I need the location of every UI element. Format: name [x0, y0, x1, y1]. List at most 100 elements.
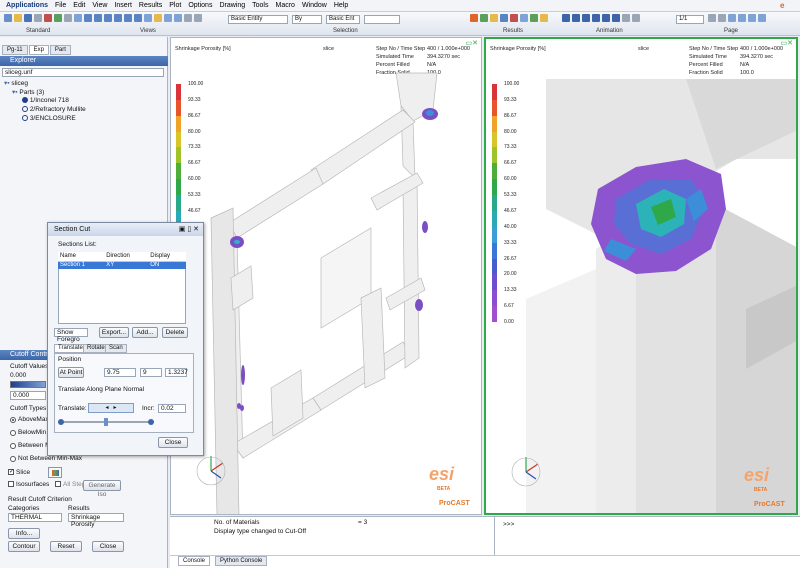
slider-min-icon[interactable]	[58, 419, 64, 425]
isosurfaces-checkbox[interactable]: Isosurfaces	[8, 481, 49, 488]
result-cut-icon[interactable]	[490, 14, 498, 22]
page-combo[interactable]: 1/1	[676, 15, 704, 24]
file-combo[interactable]: sliceg.unf	[2, 68, 164, 77]
delete-button[interactable]: Delete	[162, 327, 188, 338]
layout-quad-icon[interactable]	[758, 14, 766, 22]
next-frame-icon[interactable]	[602, 14, 610, 22]
radio-above-max[interactable]: AboveMax	[10, 416, 49, 423]
view-iso-icon[interactable]	[144, 14, 152, 22]
tree-part-3[interactable]: 3/ENCLOSURE	[22, 115, 76, 122]
view-front-icon[interactable]	[84, 14, 92, 22]
slider-thumb[interactable]	[104, 418, 108, 426]
open-icon[interactable]	[14, 14, 22, 22]
menu-options[interactable]: Options	[188, 2, 212, 9]
viewport-left[interactable]: Shrinkage Porosity [%] slice Step No / T…	[170, 37, 482, 515]
result-xy-icon[interactable]	[520, 14, 528, 22]
menu-plot[interactable]: Plot	[169, 2, 181, 9]
entity-combo-2[interactable]: Basic Ent	[326, 15, 360, 24]
translate-stepper[interactable]: ◂ ▸	[88, 403, 134, 413]
python-prompt[interactable]: >>>	[503, 521, 514, 528]
menu-file[interactable]: File	[55, 2, 66, 9]
entity-combo[interactable]: Basic Entity	[228, 15, 288, 24]
result-iso-icon[interactable]	[480, 14, 488, 22]
redo-icon[interactable]	[54, 14, 62, 22]
contour-button[interactable]: Contour	[8, 541, 40, 552]
paste-icon[interactable]	[74, 14, 82, 22]
tab-python-console[interactable]: Python Console	[215, 556, 268, 566]
add-button[interactable]: Add...	[132, 327, 158, 338]
radio-between[interactable]: Between Mi	[10, 442, 52, 449]
step-left-icon[interactable]: ◂	[105, 405, 108, 411]
menu-help[interactable]: Help	[334, 2, 348, 9]
result-probe-icon[interactable]	[510, 14, 518, 22]
slice-color-button[interactable]	[48, 467, 62, 478]
export-button[interactable]: Export...	[99, 327, 129, 338]
result-table-icon[interactable]	[530, 14, 538, 22]
menu-edit[interactable]: Edit	[73, 2, 85, 9]
dialog-controls-icon[interactable]: ▣ ▯ ✕	[179, 223, 199, 236]
copy-icon[interactable]	[64, 14, 72, 22]
pan-icon[interactable]	[174, 14, 182, 22]
radio-not-between[interactable]: Not Between Min-Max	[10, 455, 82, 462]
layout-grid-icon[interactable]	[748, 14, 756, 22]
step-right-icon[interactable]: ▸	[114, 405, 117, 411]
fit-icon[interactable]	[184, 14, 192, 22]
by-combo[interactable]: By	[292, 15, 322, 24]
dialog-close-button[interactable]: Close	[158, 437, 188, 448]
view-top-icon[interactable]	[104, 14, 112, 22]
last-frame-icon[interactable]	[612, 14, 620, 22]
tree-root[interactable]: ▾▪ sliceg	[4, 79, 28, 87]
menu-view[interactable]: View	[92, 2, 107, 9]
tab-exp[interactable]: Exp	[28, 45, 49, 55]
menu-tools[interactable]: Tools	[252, 2, 268, 9]
at-point-button[interactable]: At Point	[58, 367, 84, 378]
record-icon[interactable]	[622, 14, 630, 22]
pos-z-field[interactable]: 1.3237	[165, 368, 188, 377]
menu-applications[interactable]: Applications	[6, 2, 48, 9]
slice-checkbox[interactable]: ✓ Slice	[8, 469, 30, 476]
viewport-right[interactable]: Shrinkage Porosity [%] slice Step No / T…	[484, 37, 798, 515]
menu-drawing[interactable]: Drawing	[219, 2, 245, 9]
menu-insert[interactable]: Insert	[114, 2, 132, 9]
pos-x-field[interactable]: 9.75	[104, 368, 136, 377]
tab-console[interactable]: Console	[178, 556, 211, 566]
loop-icon[interactable]	[632, 14, 640, 22]
tree-part-1[interactable]: 1/Inconel 718	[22, 97, 69, 104]
translate-slider[interactable]	[58, 418, 154, 426]
menu-results[interactable]: Results	[139, 2, 162, 9]
prev-frame-icon[interactable]	[572, 14, 580, 22]
tab-scan[interactable]: Scan	[105, 344, 127, 353]
menu-macro[interactable]: Macro	[275, 2, 294, 9]
pos-y-field[interactable]: 9	[140, 368, 162, 377]
view-left-icon[interactable]	[124, 14, 132, 22]
undo-icon[interactable]	[44, 14, 52, 22]
tab-part[interactable]: Part	[49, 45, 71, 55]
tree-parts[interactable]: ▾▪ Parts (3)	[12, 88, 44, 96]
zoom-icon[interactable]	[154, 14, 162, 22]
incr-field[interactable]: 0.02	[158, 404, 186, 413]
reset-view-icon[interactable]	[194, 14, 202, 22]
page-next-icon[interactable]	[718, 14, 726, 22]
dialog-titlebar[interactable]: Section Cut ▣ ▯ ✕	[48, 223, 203, 236]
reset-button[interactable]: Reset	[50, 541, 82, 552]
save-icon[interactable]	[24, 14, 32, 22]
view-back-icon[interactable]	[94, 14, 102, 22]
show-combo[interactable]: Show Foregro	[54, 328, 88, 343]
first-frame-icon[interactable]	[562, 14, 570, 22]
selection-field[interactable]	[364, 15, 400, 24]
tab-translate[interactable]: Translate	[54, 344, 87, 353]
slider-max-icon[interactable]	[148, 419, 154, 425]
print-icon[interactable]	[34, 14, 42, 22]
generate-iso-button[interactable]: Generate Iso	[83, 480, 121, 498]
result-vector-icon[interactable]	[500, 14, 508, 22]
rotate-icon[interactable]	[164, 14, 172, 22]
page-prev-icon[interactable]	[708, 14, 716, 22]
stop-icon[interactable]	[592, 14, 600, 22]
info-button[interactable]: Info...	[8, 528, 40, 539]
close-cutoff-button[interactable]: Close	[92, 541, 124, 552]
radio-below-min[interactable]: BelowMin	[10, 429, 46, 436]
view-right-icon[interactable]	[134, 14, 142, 22]
cutoff-slider[interactable]	[10, 381, 46, 388]
layout-split-icon[interactable]	[738, 14, 746, 22]
tab-pg[interactable]: Pg-11	[2, 45, 28, 55]
